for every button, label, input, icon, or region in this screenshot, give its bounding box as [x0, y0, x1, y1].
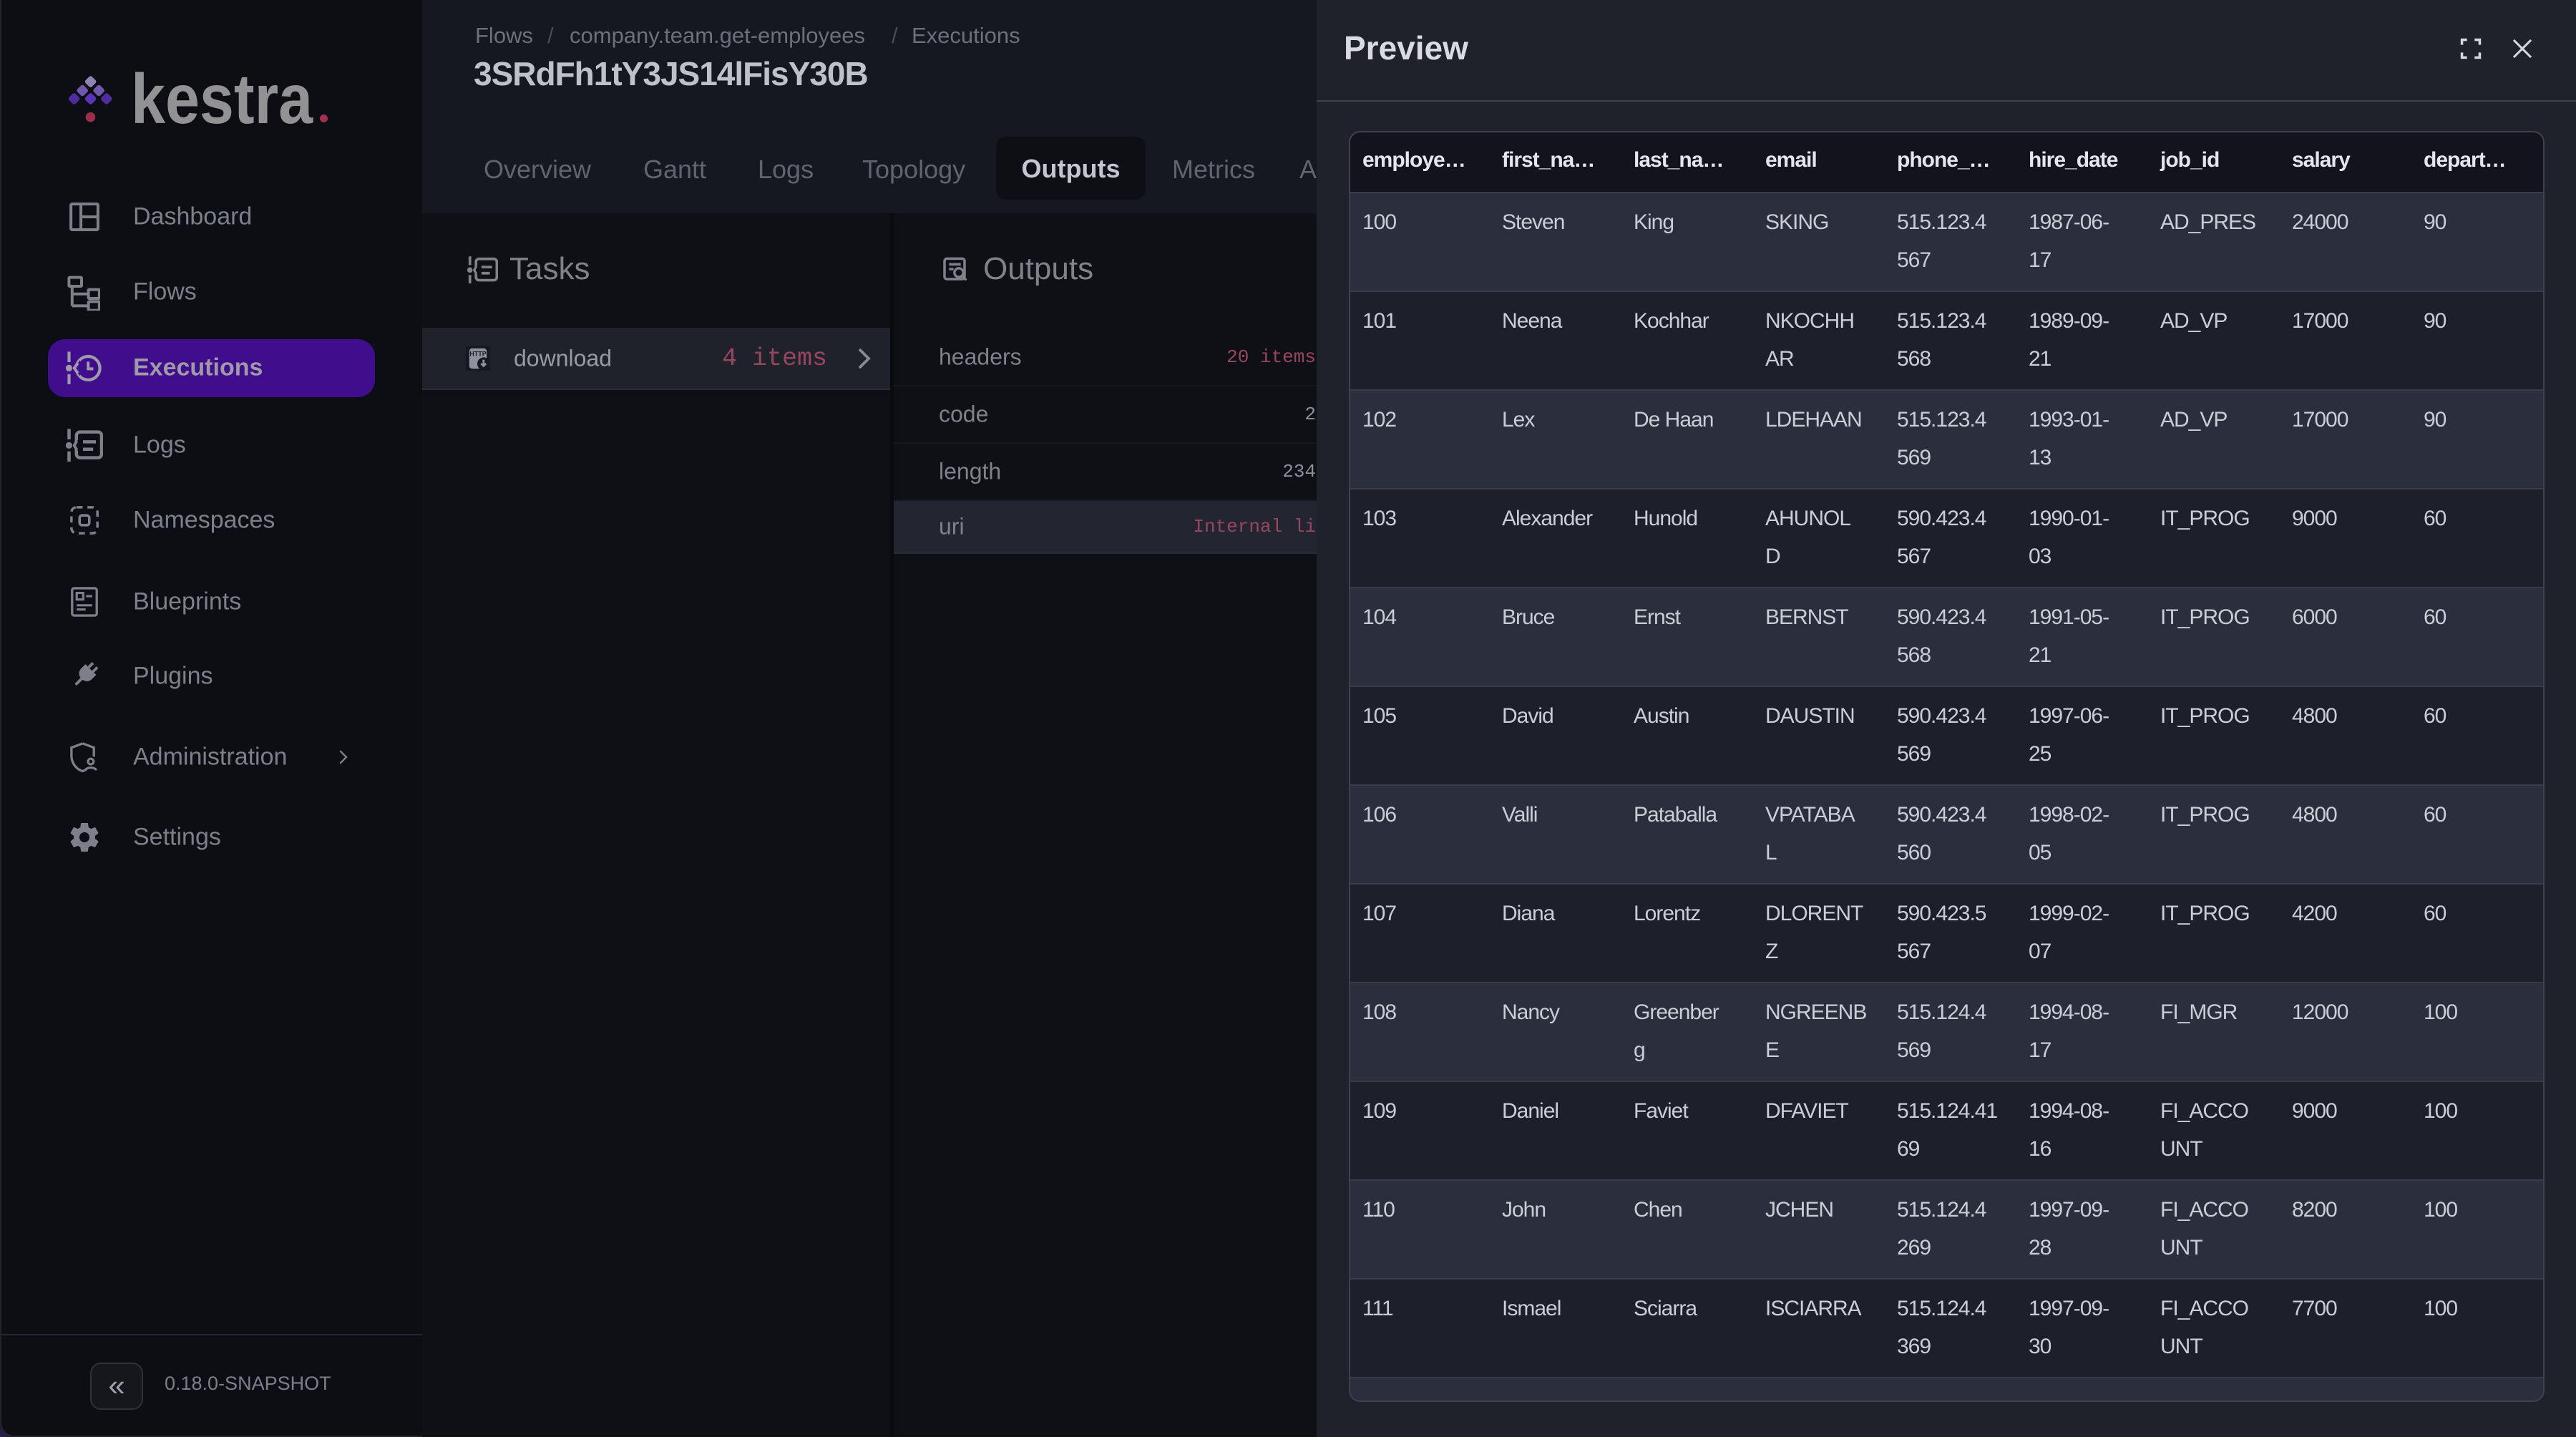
svg-text:HTTP: HTTP — [469, 350, 487, 357]
